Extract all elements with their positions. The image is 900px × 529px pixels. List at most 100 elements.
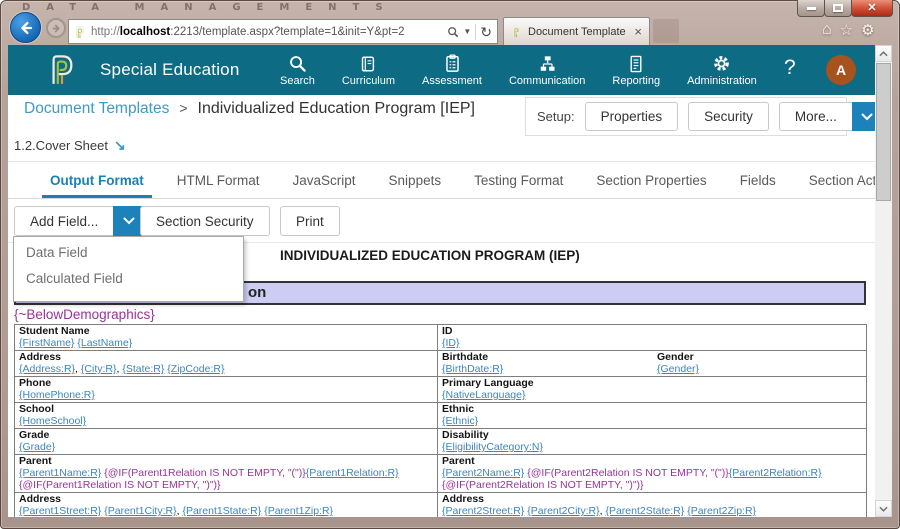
communication-icon [538, 53, 557, 73]
table-cell: Disability{EligibilityCategory:N} [438, 429, 867, 455]
field-label: Disability [442, 429, 862, 441]
forward-button[interactable] [46, 18, 66, 38]
field-value: {Parent1Name:R} {@IF(Parent1Relation IS … [19, 467, 433, 491]
template-field: Parent{Parent1Name:R} {@IF(Parent1Relati… [19, 455, 433, 491]
tab-html-format[interactable]: HTML Format [169, 162, 268, 198]
nav-item-label: Search [280, 75, 315, 87]
scroll-down-button[interactable] [875, 500, 892, 517]
setup-properties-button[interactable]: Properties [585, 102, 679, 131]
minimize-button[interactable] [797, 0, 825, 17]
vertical-scrollbar[interactable] [875, 45, 892, 517]
table-cell: Phone{HomePhone:R} [15, 377, 438, 403]
print-button[interactable]: Print [280, 206, 340, 236]
field-value: {Ethnic} [442, 415, 862, 427]
breadcrumb: Document Templates > Individualized Educ… [24, 100, 475, 118]
chevron-up-icon [879, 51, 888, 57]
template-field-link[interactable]: {ID} [442, 337, 460, 349]
table-cell: Parent{Parent2Name:R} {@IF(Parent2Relati… [438, 455, 867, 493]
template-field: Address{Parent1Street:R} {Parent1City:R}… [19, 493, 433, 517]
tab-fields[interactable]: Fields [732, 162, 784, 198]
template-field-link[interactable]: {Parent2State:R} [605, 505, 684, 517]
template-field-link[interactable]: {EligibilityCategory:N} [442, 441, 543, 453]
tab-testing-format[interactable]: Testing Format [466, 162, 571, 198]
search-icon[interactable] [447, 26, 459, 38]
nav-item-curriculum[interactable]: Curriculum [342, 45, 395, 95]
template-field-link[interactable]: {Parent1Street:R} [19, 505, 101, 517]
settings-gear-icon[interactable]: ⚙ [861, 23, 874, 38]
nav-item-administration[interactable]: Administration [687, 45, 757, 95]
more-chevron-button[interactable] [852, 102, 875, 131]
template-field-link[interactable]: {Parent1Zip:R} [264, 505, 333, 517]
address-bar[interactable]: http://localhost:2213/template.aspx?temp… [68, 19, 498, 44]
template-field-link[interactable]: {HomeSchool} [19, 415, 86, 427]
table-row: Address{Parent1Street:R} {Parent1City:R}… [15, 493, 867, 518]
menu-item-calculated-field[interactable]: Calculated Field [14, 263, 243, 289]
address-dropdown-icon[interactable]: ▼ [463, 27, 471, 36]
tab-section-properties[interactable]: Section Properties [588, 162, 714, 198]
scroll-up-button[interactable] [875, 45, 892, 62]
template-field-link[interactable]: {ZipCode:R} [167, 363, 224, 375]
table-cell: Grade{Grade} [15, 429, 438, 455]
template-field-link[interactable]: {City:R} [81, 363, 117, 375]
nav-item-reporting[interactable]: Reporting [612, 45, 660, 95]
section-link-label: 1.2.Cover Sheet [14, 138, 108, 153]
home-icon[interactable]: ⌂ [822, 22, 832, 38]
browser-tab[interactable]: Document Template Setup ... × [503, 17, 650, 45]
url-text: http://localhost:2213/template.aspx?temp… [91, 26, 442, 38]
user-avatar[interactable]: A [826, 55, 856, 85]
nav-item-assessment[interactable]: Assessment [422, 45, 482, 95]
field-label: Parent [442, 455, 862, 467]
favorites-star-icon[interactable]: ☆ [840, 23, 853, 38]
tab-javascript[interactable]: JavaScript [285, 162, 364, 198]
template-field-link[interactable]: {Parent1State:R} [182, 505, 261, 517]
table-row: Parent {Parent1Name:R} {@IF(Parent1Relati… [15, 455, 867, 493]
field-value: {Address:R}, {City:R}, {State:R} {ZipCod… [19, 363, 433, 375]
back-button[interactable] [10, 12, 41, 43]
help-button[interactable]: ? [784, 56, 796, 80]
tab-snippets[interactable]: Snippets [381, 162, 450, 198]
template-field-link[interactable]: {HomePhone:R} [19, 389, 95, 401]
scrollbar-thumb[interactable] [876, 63, 891, 201]
template-field-link[interactable]: {LastName} [77, 337, 132, 349]
template-field-link[interactable]: {Address:R} [19, 363, 75, 375]
template-field-link[interactable]: {Grade} [19, 441, 55, 453]
field-label: Student Name [19, 325, 433, 337]
breadcrumb-link-document-templates[interactable]: Document Templates [24, 100, 169, 118]
template-field-link[interactable]: {Parent2Relation:R} [729, 467, 822, 479]
template-field-link[interactable]: {FirstName} [19, 337, 74, 349]
template-field-link[interactable]: {Ethnic} [442, 415, 478, 427]
table-row: Address{Address:R}, {City:R}, {State:R} … [15, 351, 867, 377]
template-field: Grade{Grade} [19, 429, 433, 453]
administration-icon [712, 53, 731, 73]
window-controls: ✕ [798, 0, 893, 17]
template-field-link[interactable]: {Parent1Relation:R} [306, 467, 399, 479]
add-field-button[interactable]: Add Field... [14, 206, 113, 236]
template-field-link[interactable]: {BirthDate:R} [442, 363, 503, 375]
template-field-link[interactable]: {NativeLanguage} [442, 389, 526, 401]
section-security-button[interactable]: Section Security [140, 206, 270, 236]
more-button[interactable]: More... [779, 102, 852, 131]
new-tab-button[interactable] [653, 19, 679, 43]
tab-close-icon[interactable]: × [634, 25, 642, 38]
nav-item-search[interactable]: Search [280, 45, 315, 95]
template-field-link[interactable]: {Parent2City:R} [527, 505, 599, 517]
table-row: Student Name{FirstName} {LastName}ID{ID} [15, 325, 867, 351]
menu-item-data-field[interactable]: Data Field [14, 237, 243, 263]
tab-output-format[interactable]: Output Format [42, 162, 152, 198]
template-field-link[interactable]: {Parent1City:R} [104, 505, 176, 517]
template-field-link[interactable]: {Parent2Street:R} [442, 505, 524, 517]
app-title: Special Education [100, 45, 240, 95]
template-field-link[interactable]: {Parent2Zip:R} [687, 505, 756, 517]
template-field-link[interactable]: {State:R} [122, 363, 164, 375]
nav-item-communication[interactable]: Communication [509, 45, 585, 95]
template-field-link[interactable]: {Parent2Name:R} [442, 467, 524, 479]
close-button[interactable]: ✕ [851, 0, 893, 17]
field-label: Primary Language [442, 377, 862, 389]
template-field-link[interactable]: {Parent1Name:R} [19, 467, 101, 479]
section-link-cover-sheet[interactable]: 1.2.Cover Sheet ↘ [14, 137, 126, 154]
refresh-icon[interactable]: ↻ [480, 25, 492, 39]
maximize-button[interactable] [824, 0, 852, 17]
setup-security-button[interactable]: Security [688, 102, 769, 131]
template-field-link[interactable]: {Gender} [657, 363, 699, 375]
tab-section-actions[interactable]: Section Actions [801, 162, 875, 198]
